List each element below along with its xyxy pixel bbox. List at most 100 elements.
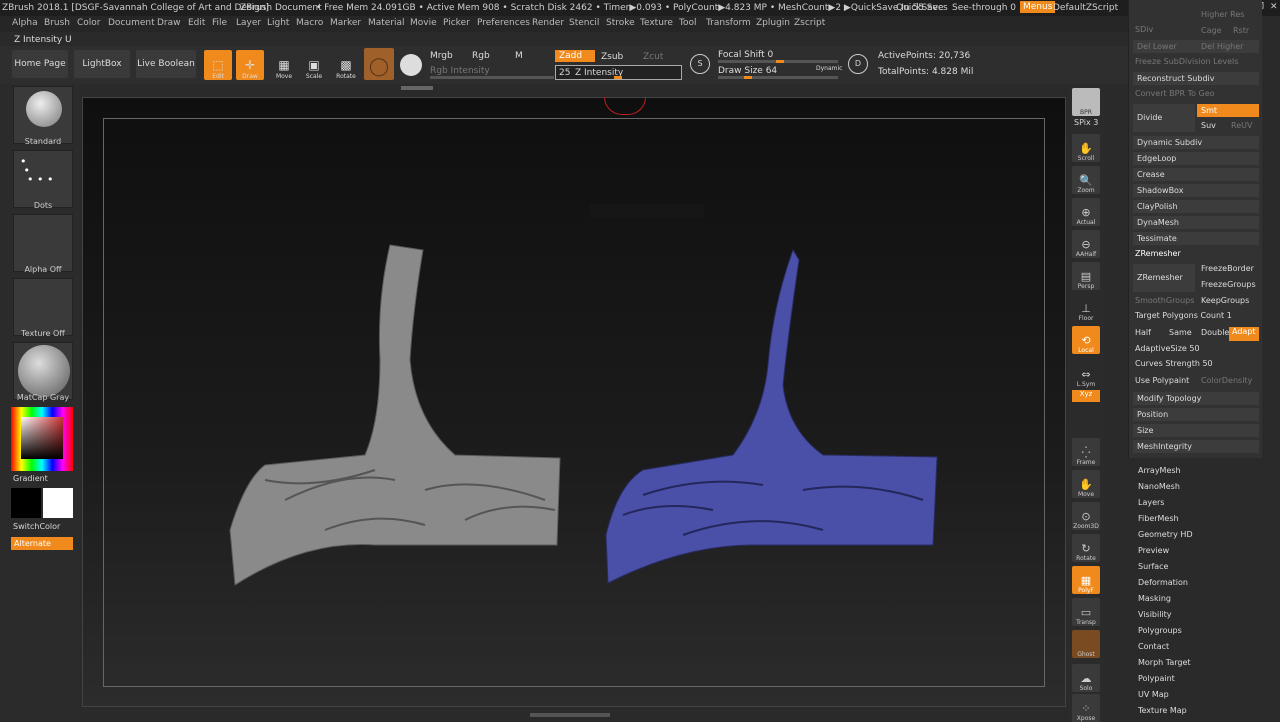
texture-selector[interactable] bbox=[13, 278, 73, 336]
zoom-button[interactable]: 🔍 Zoom bbox=[1072, 166, 1100, 194]
dynamesh-item[interactable]: DynaMesh bbox=[1133, 216, 1259, 229]
preview-item[interactable]: Preview bbox=[1138, 546, 1169, 555]
menu-texture[interactable]: Texture bbox=[640, 18, 673, 28]
divide-button[interactable]: Divide bbox=[1133, 104, 1195, 132]
visibility-item[interactable]: Visibility bbox=[1138, 610, 1172, 619]
zcut-button[interactable]: Zcut bbox=[643, 52, 663, 62]
menu-marker[interactable]: Marker bbox=[330, 18, 361, 28]
alternate-button[interactable]: Alternate bbox=[11, 537, 73, 550]
higher-res-button[interactable]: Higher Res bbox=[1201, 10, 1244, 24]
crease-item[interactable]: Crease bbox=[1133, 168, 1259, 181]
spix-slider[interactable]: SPix 3 bbox=[1074, 118, 1098, 127]
move-view-button[interactable]: ✋ Move bbox=[1072, 470, 1100, 498]
draw-button[interactable]: ✛ Draw bbox=[236, 50, 264, 80]
actual-button[interactable]: ⊕ Actual bbox=[1072, 198, 1100, 226]
uv-map-item[interactable]: UV Map bbox=[1138, 690, 1169, 699]
mrgb-toggle[interactable]: Mrgb bbox=[430, 51, 453, 61]
stroke-selector[interactable]: • • • • • bbox=[13, 150, 73, 208]
target-polygons-slider[interactable]: Target Polygons Count 1 bbox=[1135, 311, 1232, 325]
rotate-button[interactable]: ▩ Rotate bbox=[332, 50, 360, 80]
quicksave-button[interactable]: QuickSave bbox=[896, 3, 944, 13]
menu-picker[interactable]: Picker bbox=[443, 18, 470, 28]
color-mode-icon[interactable] bbox=[400, 54, 422, 76]
material-swatch-button[interactable]: ◯ bbox=[364, 48, 394, 80]
menus-button[interactable]: Menus bbox=[1020, 1, 1056, 13]
draw-size-slider[interactable]: Draw Size 64 bbox=[718, 66, 777, 76]
aahalf-button[interactable]: ⊖ AAHalf bbox=[1072, 230, 1100, 258]
same-toggle[interactable]: Same bbox=[1169, 328, 1192, 342]
texture-map-item[interactable]: Texture Map bbox=[1138, 706, 1187, 715]
z-intensity-slider[interactable]: 25 Z Intensity bbox=[555, 65, 682, 80]
adaptive-size-slider[interactable]: AdaptiveSize 50 bbox=[1135, 344, 1200, 358]
zremesher-button[interactable]: ZRemesher bbox=[1133, 264, 1195, 292]
alpha-selector[interactable] bbox=[13, 214, 73, 272]
freezegroups-toggle[interactable]: FreezeGroups bbox=[1201, 280, 1256, 294]
menu-layer[interactable]: Layer bbox=[236, 18, 261, 28]
zoom3d-button[interactable]: ⊙ Zoom3D bbox=[1072, 502, 1100, 530]
claypolish-item[interactable]: ClayPolish bbox=[1133, 200, 1259, 213]
menu-edit[interactable]: Edit bbox=[188, 18, 205, 28]
polypaint-item[interactable]: Polypaint bbox=[1138, 674, 1175, 683]
scale-button[interactable]: ▣ Scale bbox=[300, 50, 328, 80]
freeze-subdiv-button[interactable]: Freeze SubDivision Levels bbox=[1135, 57, 1238, 71]
masking-item[interactable]: Masking bbox=[1138, 594, 1171, 603]
focal-shift-slider[interactable]: Focal Shift 0 bbox=[718, 50, 773, 60]
dynamic-toggle[interactable]: Dynamic bbox=[816, 65, 842, 72]
curves-strength-slider[interactable]: Curves Strength 50 bbox=[1135, 359, 1213, 373]
size-item[interactable]: Size bbox=[1133, 424, 1259, 437]
menu-zplugin[interactable]: Zplugin bbox=[756, 18, 790, 28]
lazy-mouse-icon[interactable]: S bbox=[690, 54, 710, 74]
blue-root-mesh[interactable] bbox=[603, 245, 941, 590]
menu-light[interactable]: Light bbox=[267, 18, 289, 28]
arraymesh-item[interactable]: ArrayMesh bbox=[1138, 466, 1181, 475]
primary-color-swatch[interactable] bbox=[11, 488, 41, 518]
smt-toggle[interactable]: Smt bbox=[1197, 104, 1259, 117]
zremesher-header[interactable]: ZRemesher bbox=[1135, 249, 1181, 263]
modify-topology-item[interactable]: Modify Topology bbox=[1133, 392, 1259, 405]
adapt-toggle[interactable]: Adapt bbox=[1229, 327, 1259, 341]
menu-material[interactable]: Material bbox=[368, 18, 405, 28]
zsub-button[interactable]: Zsub bbox=[601, 52, 623, 62]
del-higher-button[interactable]: Del Higher bbox=[1197, 40, 1259, 53]
edgeloop-item[interactable]: EdgeLoop bbox=[1133, 152, 1259, 165]
meshintegrity-item[interactable]: MeshIntegrity bbox=[1133, 440, 1259, 453]
menu-movie[interactable]: Movie bbox=[410, 18, 437, 28]
menu-render[interactable]: Render bbox=[532, 18, 564, 28]
polygroups-item[interactable]: Polygroups bbox=[1138, 626, 1182, 635]
fibermesh-item[interactable]: FiberMesh bbox=[1138, 514, 1179, 523]
rotate-view-button[interactable]: ↻ Rotate bbox=[1072, 534, 1100, 562]
see-through-slider[interactable]: See-through 0 bbox=[952, 3, 1016, 13]
nanomesh-item[interactable]: NanoMesh bbox=[1138, 482, 1180, 491]
contact-item[interactable]: Contact bbox=[1138, 642, 1169, 651]
menu-brush[interactable]: Brush bbox=[44, 18, 70, 28]
geometry-hd-item[interactable]: Geometry HD bbox=[1138, 530, 1193, 539]
rgb-toggle[interactable]: Rgb bbox=[472, 51, 490, 61]
menu-color[interactable]: Color bbox=[77, 18, 101, 28]
switch-color-button[interactable]: SwitchColor bbox=[13, 522, 60, 531]
brush-selector[interactable] bbox=[13, 86, 73, 144]
gray-root-mesh[interactable] bbox=[225, 240, 565, 590]
suv-toggle[interactable]: Suv bbox=[1201, 121, 1216, 135]
menu-alpha[interactable]: Alpha bbox=[12, 18, 38, 28]
close-icon[interactable]: ✕ bbox=[1270, 2, 1278, 12]
convert-bpr-button[interactable]: Convert BPR To Geo bbox=[1135, 89, 1215, 103]
freezeborder-toggle[interactable]: FreezeBorder bbox=[1201, 264, 1254, 278]
transp-button[interactable]: ▭ Transp bbox=[1072, 598, 1100, 626]
backface-mask-icon[interactable]: D bbox=[848, 54, 868, 74]
menu-tool[interactable]: Tool bbox=[679, 18, 696, 28]
menu-draw[interactable]: Draw bbox=[157, 18, 181, 28]
lightbox-button[interactable]: LightBox bbox=[74, 50, 130, 78]
smoothgroups-slider[interactable]: SmoothGroups bbox=[1135, 296, 1194, 310]
bottom-scroll-handle[interactable] bbox=[530, 713, 610, 717]
menu-stroke[interactable]: Stroke bbox=[606, 18, 635, 28]
solo-button[interactable]: ☁ Solo bbox=[1072, 664, 1100, 692]
local-button[interactable]: ⟲ Local bbox=[1072, 326, 1100, 354]
frame-button[interactable]: ⁛ Frame bbox=[1072, 438, 1100, 466]
live-boolean-button[interactable]: Live Boolean bbox=[136, 50, 196, 78]
menu-document[interactable]: Document bbox=[108, 18, 155, 28]
del-lower-button[interactable]: Del Lower bbox=[1133, 40, 1197, 53]
shadowbox-item[interactable]: ShadowBox bbox=[1133, 184, 1259, 197]
layers-item[interactable]: Layers bbox=[1138, 498, 1164, 507]
double-toggle[interactable]: Double bbox=[1201, 328, 1229, 342]
menu-macro[interactable]: Macro bbox=[296, 18, 323, 28]
